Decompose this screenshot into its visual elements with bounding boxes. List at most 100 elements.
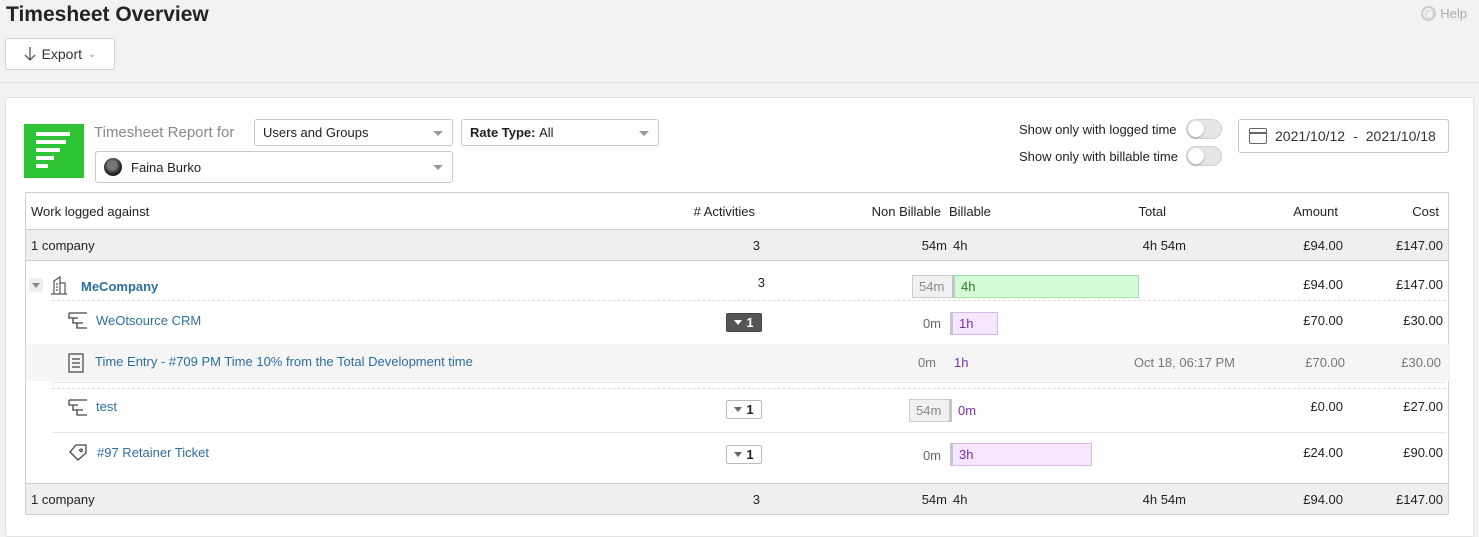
col-billable: Billable <box>949 204 991 219</box>
amount-value: £70.00 <box>1303 313 1343 328</box>
caret-down-icon <box>639 131 649 136</box>
billable-time-toggle[interactable] <box>1186 146 1222 166</box>
page-title: Timesheet Overview <box>6 3 209 26</box>
caret-down-icon <box>433 131 443 136</box>
billable-bar: 1h <box>950 312 998 335</box>
activities-dropdown[interactable]: 1 <box>726 400 762 419</box>
summary-billable: 4h <box>953 492 968 507</box>
summary-label: 1 company <box>31 492 95 507</box>
date-range-picker[interactable]: 2021/10/12 - 2021/10/18 <box>1238 119 1449 153</box>
col-activities: # Activities <box>693 204 755 219</box>
timesheet-table: Work logged against # Activities Non Bil… <box>25 192 1450 515</box>
summary-billable: 4h <box>953 238 968 253</box>
summary-non-billable: 54m <box>921 492 947 507</box>
activities-count: 1 <box>746 315 754 330</box>
header-divider <box>0 82 1479 83</box>
summary-row-bottom: 1 company 3 54m 4h 4h 54m £94.00 £147.00 <box>26 483 1448 515</box>
caret-down-icon <box>734 452 743 457</box>
entry-non-billable: 0m <box>917 355 936 370</box>
table-header: Work logged against # Activities Non Bil… <box>26 193 1448 230</box>
cost-value: £90.00 <box>1403 445 1443 460</box>
time-entry-link[interactable]: Time Entry - #709 PM Time 10% from the T… <box>95 354 473 369</box>
company-activities: 3 <box>757 275 765 290</box>
summary-amount: £94.00 <box>1303 492 1343 507</box>
export-label: Export <box>41 46 83 62</box>
entry-billable: 1h <box>954 355 969 370</box>
date-from: 2021/10/12 <box>1275 128 1346 144</box>
entry-amount: £70.00 <box>1305 355 1345 370</box>
summary-total: 4h 54m <box>1142 238 1186 253</box>
row-divider <box>52 382 1446 383</box>
caret-down-icon <box>734 320 743 325</box>
date-to: 2021/10/18 <box>1365 128 1436 144</box>
amount-value: £24.00 <box>1303 445 1343 460</box>
summary-activities: 3 <box>752 492 760 507</box>
rate-type-select[interactable]: Rate Type: All <box>461 119 659 146</box>
help-icon <box>1421 6 1437 21</box>
chevron-down-icon: ⌄ <box>88 48 97 60</box>
rate-type-label: Rate Type: <box>470 125 536 140</box>
activities-dropdown[interactable]: 1 <box>726 313 762 332</box>
company-link[interactable]: MeCompany <box>81 279 158 294</box>
summary-cost: £147.00 <box>1396 492 1443 507</box>
cost-value: £27.00 <box>1403 399 1443 414</box>
summary-cost: £147.00 <box>1396 238 1443 253</box>
building-icon <box>51 275 67 295</box>
caret-down-icon <box>433 165 443 170</box>
cost-value: £30.00 <box>1403 313 1443 328</box>
billable-time-label: Show only with billable time <box>1019 149 1178 164</box>
amount-value: £0.00 <box>1310 399 1343 414</box>
project-link[interactable]: WeOtsource CRM <box>96 313 201 328</box>
project-icon <box>68 312 87 329</box>
user-select[interactable]: Faina Burko <box>95 151 453 183</box>
col-amount: Amount <box>1293 204 1338 219</box>
project-link[interactable]: test <box>96 399 117 414</box>
company-amount: £94.00 <box>1303 277 1343 292</box>
date-separator: - <box>1353 128 1358 144</box>
entry-cost: £30.00 <box>1401 355 1441 370</box>
table-row: #97 Retainer Ticket 1 0m 3h £24.00 £90.0… <box>26 433 1448 475</box>
company-cost: £147.00 <box>1396 277 1443 292</box>
time-entry-row: Time Entry - #709 PM Time 10% from the T… <box>26 344 1450 381</box>
summary-activities: 3 <box>752 238 760 253</box>
non-billable-value: 0m <box>922 316 941 331</box>
non-billable-bar: 54m <box>909 399 949 422</box>
billable-bar: 3h <box>950 443 1092 466</box>
company-billable-bar: 4h <box>952 275 1139 298</box>
user-select-value: Faina Burko <box>131 159 202 175</box>
col-total: Total <box>1138 204 1166 219</box>
table-row: test 1 54m 0m £0.00 £27.00 <box>26 389 1448 431</box>
entry-date: Oct 18, 06:17 PM <box>1133 355 1235 370</box>
calendar-icon <box>1249 128 1267 144</box>
activities-count: 1 <box>746 402 754 417</box>
summary-non-billable: 54m <box>921 238 947 253</box>
project-icon <box>68 399 87 416</box>
help-label: Help <box>1440 6 1467 21</box>
col-cost: Cost <box>1412 204 1439 219</box>
caret-down-icon <box>734 407 743 412</box>
col-non-billable: Non Billable <box>871 204 941 219</box>
activities-dropdown[interactable]: 1 <box>726 445 762 464</box>
export-button[interactable]: Export ⌄ <box>5 38 115 70</box>
download-arrow-icon <box>24 47 36 61</box>
ticket-icon <box>69 444 87 461</box>
summary-row-top: 1 company 3 54m 4h 4h 54m £94.00 £147.00 <box>26 229 1448 261</box>
ticket-link[interactable]: #97 Retainer Ticket <box>97 445 209 460</box>
summary-total: 4h 54m <box>1142 492 1186 507</box>
col-work: Work logged against <box>31 204 150 219</box>
report-for-label: Timesheet Report for <box>94 124 235 141</box>
table-row: WeOtsource CRM 1 0m 1h £70.00 £30.00 <box>26 301 1448 343</box>
billable-bar: 0m <box>949 399 1009 422</box>
caret-down-icon <box>32 283 40 288</box>
company-non-billable-bar: 54m <box>912 275 952 298</box>
company-row: MeCompany 3 54m 4h £94.00 £147.00 <box>26 269 1448 301</box>
users-groups-select[interactable]: Users and Groups <box>254 119 453 146</box>
activities-count: 1 <box>746 447 754 462</box>
document-icon <box>68 353 84 373</box>
collapse-toggle[interactable] <box>29 278 43 292</box>
help-link[interactable]: Help <box>1421 6 1467 21</box>
rate-type-value: All <box>539 125 554 140</box>
avatar <box>104 158 122 176</box>
logged-time-toggle[interactable] <box>1186 119 1222 139</box>
timesheet-logo-icon <box>24 124 84 178</box>
